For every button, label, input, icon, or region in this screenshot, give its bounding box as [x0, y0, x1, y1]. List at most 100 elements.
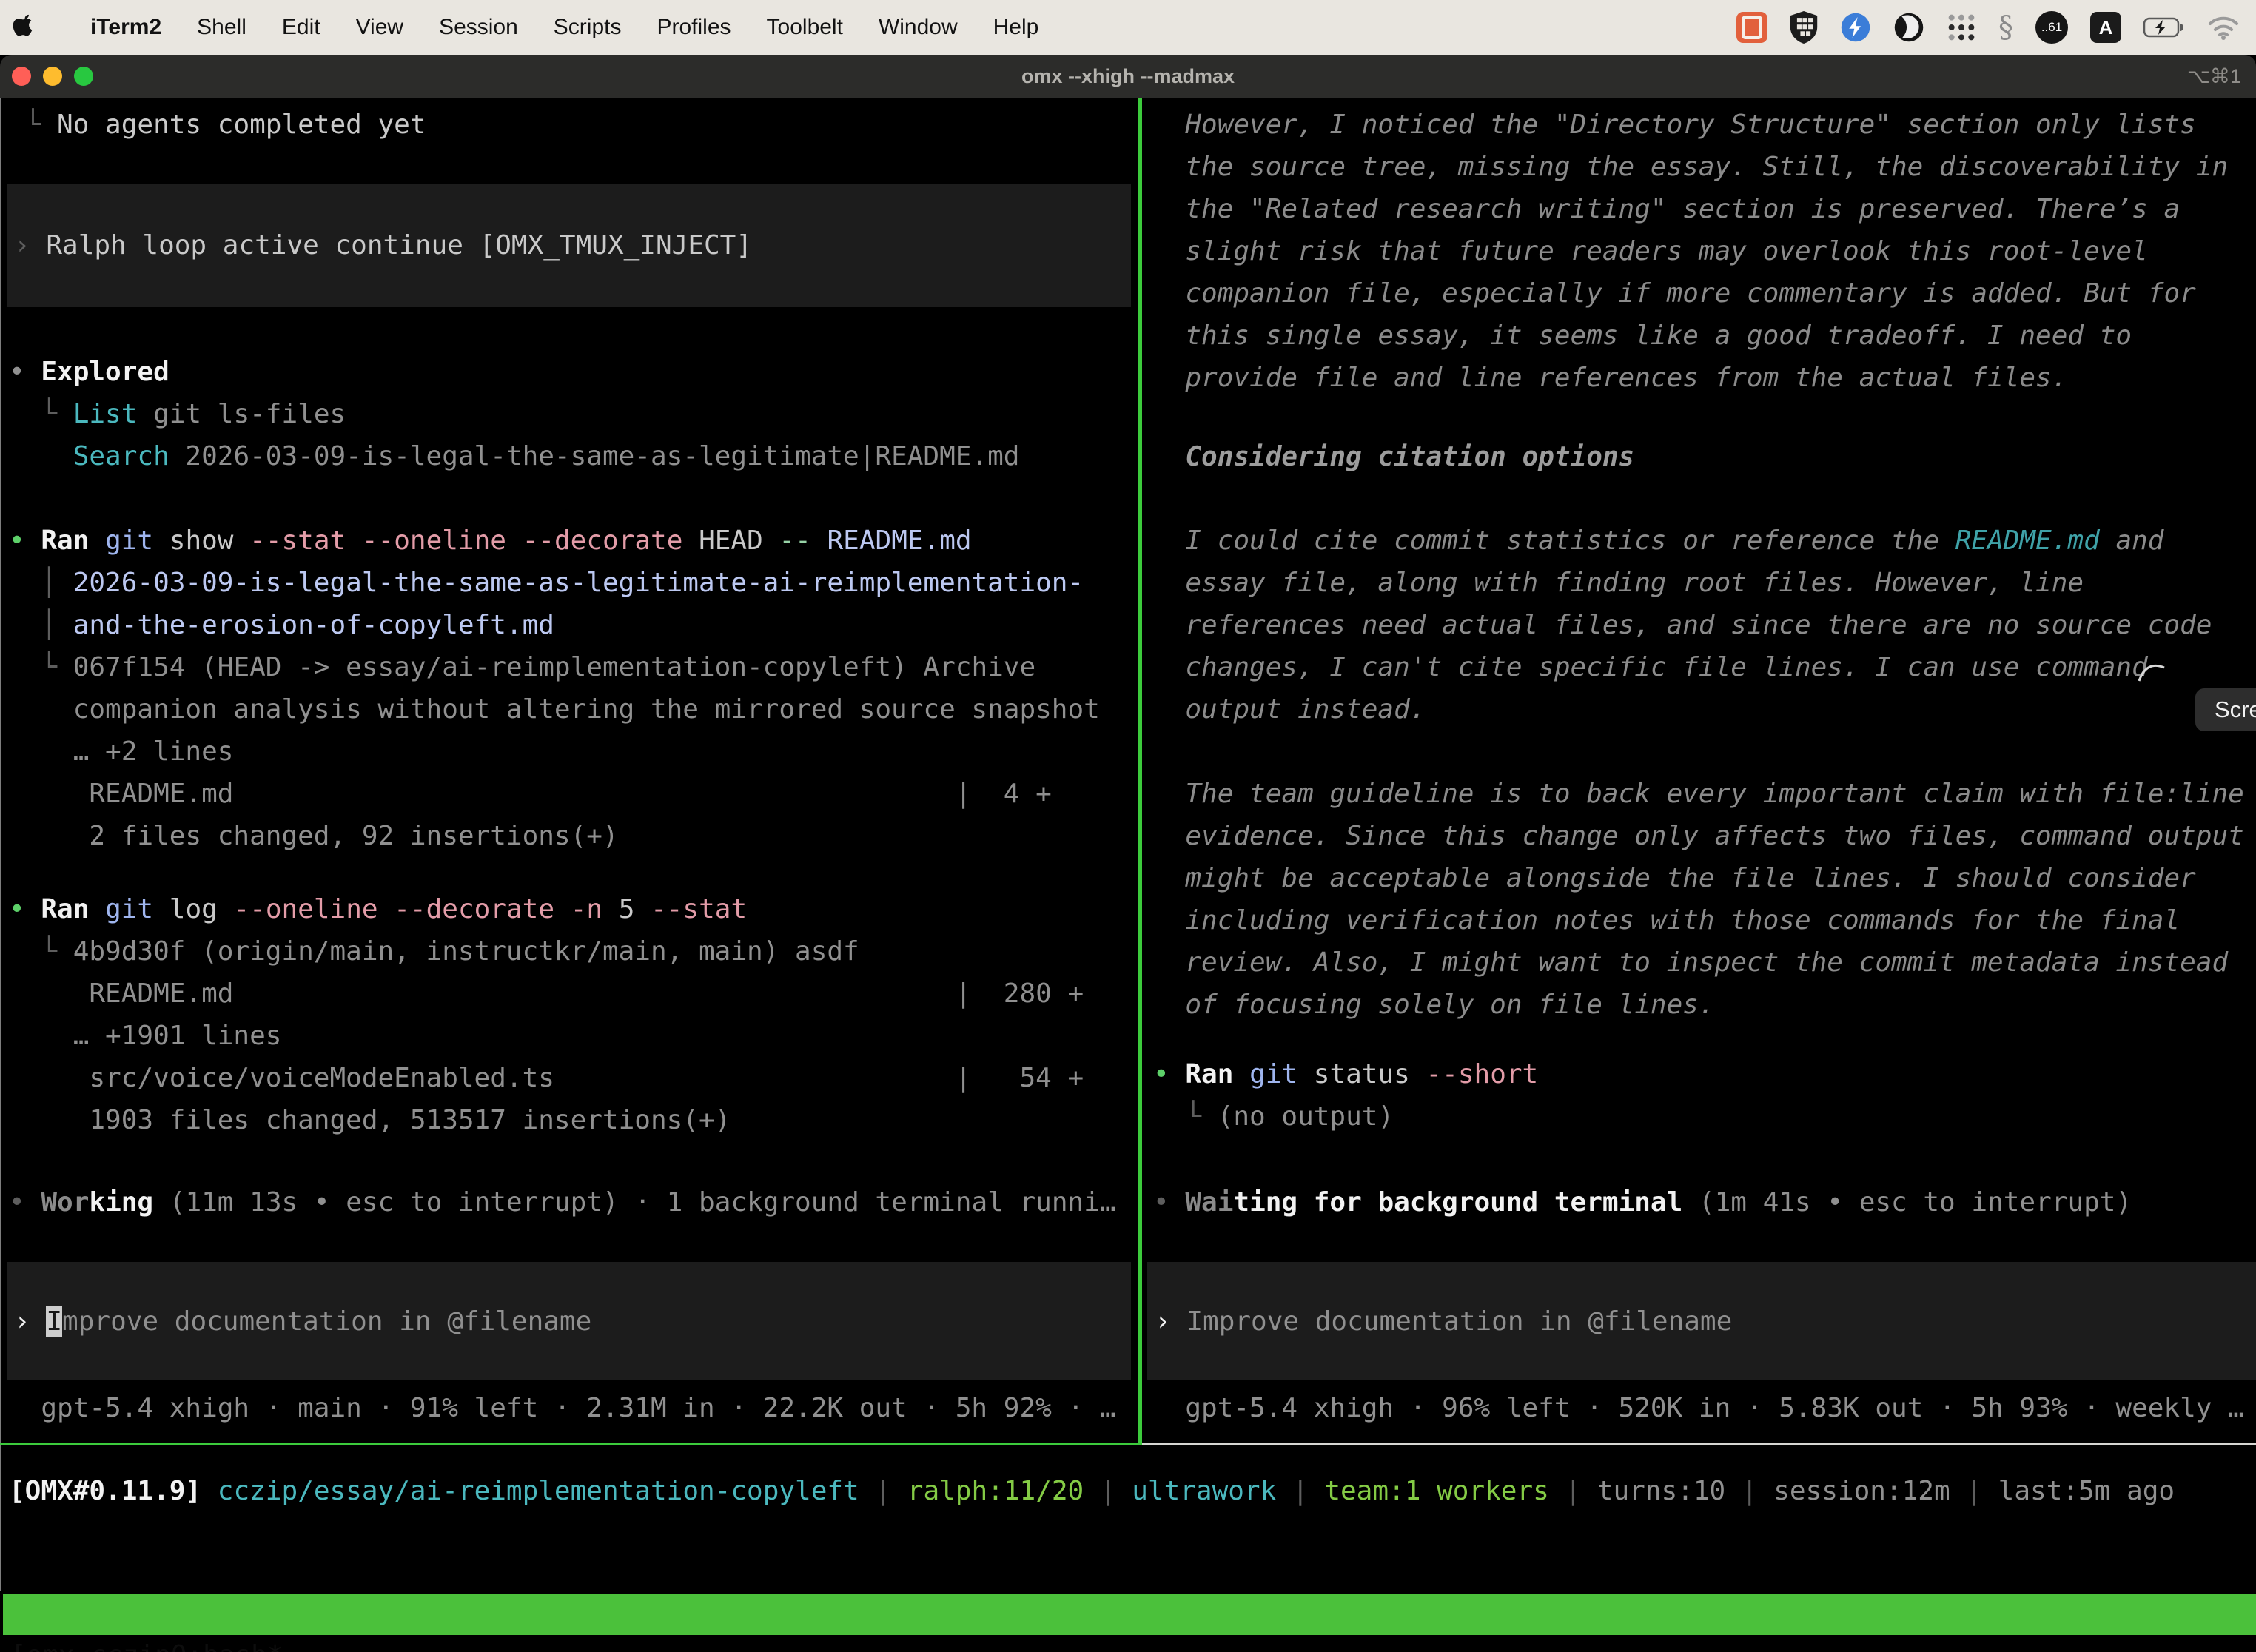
text-segment: 2026-03-09-is-legal-the-same-as-legitima… — [73, 568, 1084, 598]
text-segment: README.md | 4 + — [9, 779, 1052, 809]
text-segment: companion file, especially if more comme… — [1153, 278, 2196, 309]
text-segment — [201, 1476, 218, 1506]
text-segment: gpt-5.4 xhigh · 96% left · 520K in · 5.8… — [1153, 1393, 2244, 1423]
text-segment: README.md — [827, 526, 972, 556]
text-segment — [153, 1187, 169, 1218]
text-segment: git — [105, 894, 153, 924]
wifi-icon[interactable] — [2207, 15, 2240, 40]
text-segment: Considering citation options — [1153, 442, 1634, 472]
text-segment: Wai — [1185, 1187, 1233, 1218]
menu-item-scripts[interactable]: Scripts — [536, 0, 639, 55]
terminal-line: • Ran git log --oneline --decorate -n 5 … — [9, 888, 747, 930]
text-segment: cczip/essay/ai-reimplementation-copyleft — [218, 1476, 859, 1506]
text-segment: › — [1155, 1306, 1186, 1337]
text-segment: the "Related research writing" section i… — [1153, 194, 2180, 224]
prompt-input-box[interactable]: › Improve documentation in @filename — [7, 1262, 1131, 1380]
text-segment — [554, 894, 571, 924]
terminal-line: slight risk that future readers may over… — [1153, 230, 2148, 272]
menu-item-edit[interactable]: Edit — [264, 0, 338, 55]
text-segment: Ran — [41, 526, 89, 556]
clef-icon[interactable]: § — [1998, 10, 2013, 44]
omx-status-line: [OMX#0.11.9] cczip/essay/ai-reimplementa… — [9, 1470, 2175, 1512]
text-segment: └ — [9, 936, 73, 967]
text-segment: --short — [1426, 1059, 1539, 1089]
text-segment: of focusing solely on file lines. — [1153, 990, 1715, 1020]
terminal-line: changes, I can't cite specific file line… — [1153, 646, 2148, 688]
text-segment: might be acceptable alongside the file l… — [1153, 863, 2196, 893]
terminal-line: the source tree, missing the essay. Stil… — [1153, 146, 2228, 188]
text-segment: slight risk that future readers may over… — [1153, 236, 2148, 266]
menu-item-iterm2[interactable]: iTerm2 — [73, 0, 179, 55]
tmux-pane-right[interactable]: However, I noticed the "Directory Struct… — [1144, 98, 2256, 1443]
tmux-pane-divider[interactable] — [1138, 98, 1142, 1446]
text-segment: Improve documentation in @filename — [1186, 1306, 1732, 1337]
text-segment — [89, 526, 105, 556]
text-segment: • — [9, 894, 41, 924]
terminal-line: companion analysis without altering the … — [9, 688, 1100, 731]
battery-percent-badge[interactable]: ..61 — [2035, 11, 2068, 44]
menu-items: iTerm2ShellEditViewSessionScriptsProfile… — [73, 0, 1056, 55]
text-segment: mprove documentation in @filename — [62, 1306, 591, 1337]
active-pane-bottom-border — [0, 1443, 1138, 1446]
menu-item-profiles[interactable]: Profiles — [639, 0, 748, 55]
text-segment: | — [1725, 1476, 1773, 1506]
text-segment: (no output) — [1218, 1101, 1394, 1132]
text-segment: turns:10 — [1597, 1476, 1725, 1506]
terminal-line: └ (no output) — [1153, 1095, 1394, 1138]
terminal-line: evidence. Since this change only affects… — [1153, 815, 2244, 857]
terminal-line: 2 files changed, 92 insertions(+) — [9, 815, 619, 857]
terminal-line: README.md | 280 + — [9, 973, 1084, 1015]
menu-item-window[interactable]: Window — [861, 0, 976, 55]
prompt-input-box[interactable]: › Improve documentation in @filename — [1147, 1262, 2256, 1380]
terminal-line: I could cite commit statistics or refere… — [1153, 520, 2163, 562]
terminal-area: └ No agents completed yet › Ralph loop ac… — [0, 98, 2256, 1652]
text-segment: -- — [779, 526, 810, 556]
text-segment: ultrawork — [1132, 1476, 1276, 1506]
text-segment — [378, 894, 395, 924]
text-segment: | — [1084, 1476, 1132, 1506]
text-segment: • — [1153, 1059, 1185, 1089]
text-segment — [506, 526, 523, 556]
terminal-line: Considering citation options — [1153, 436, 1634, 478]
tmux-session-window-label[interactable]: [omx-cczip0:bash* — [10, 1635, 283, 1652]
terminal-line: │ 2026-03-09-is-legal-the-same-as-legiti… — [9, 562, 1084, 604]
prompt-line: › Improve documentation in @filename — [14, 1300, 591, 1343]
text-segment: Ralph loop active continue [OMX_TMUX_INJ… — [46, 230, 752, 261]
text-segment: README.md — [1955, 526, 2100, 556]
menu-item-session[interactable]: Session — [421, 0, 536, 55]
menu-item-shell[interactable]: Shell — [179, 0, 264, 55]
text-segment: companion analysis without altering the … — [9, 694, 1100, 725]
dots-grid-icon[interactable] — [1947, 13, 1976, 42]
apple-menu-icon[interactable] — [13, 13, 37, 41]
text-segment: status — [1297, 1059, 1426, 1089]
text-segment: king — [89, 1187, 153, 1218]
text-segment: I could cite commit statistics or refere… — [1153, 526, 1955, 556]
text-segment: src/voice/voiceModeEnabled.ts | 54 + — [9, 1063, 1084, 1093]
terminal-line: provide file and line references from th… — [1153, 357, 2067, 399]
input-source-icon[interactable]: A — [2090, 12, 2121, 43]
terminal-line: … +1901 lines — [9, 1015, 281, 1057]
menu-item-view[interactable]: View — [338, 0, 421, 55]
terminal-line: … +2 lines — [9, 731, 233, 773]
terminal-line: • Explored — [9, 351, 169, 393]
shield-grid-icon[interactable] — [1790, 11, 1818, 44]
screen-recording-indicator-icon[interactable] — [1736, 12, 1767, 43]
text-segment: ralph:11/20 — [907, 1476, 1084, 1506]
terminal-line: gpt-5.4 xhigh · 96% left · 520K in · 5.8… — [1153, 1387, 2244, 1429]
terminal-line: including verification notes with those … — [1153, 899, 2180, 941]
sync-badge-icon[interactable] — [1840, 12, 1871, 43]
text-segment: gpt-5.4 xhigh · main · 91% left · 2.31M … — [9, 1393, 1116, 1423]
history-prompt-box[interactable]: › Ralph loop active continue [OMX_TMUX_I… — [7, 184, 1131, 307]
menu-item-toolbelt[interactable]: Toolbelt — [749, 0, 861, 55]
menu-item-help[interactable]: Help — [976, 0, 1057, 55]
text-segment: List — [73, 399, 138, 429]
text-segment: 1903 files changed, 513517 insertions(+) — [9, 1105, 731, 1135]
window-title-bar: omx --xhigh --madmax ⌥⌘1 — [0, 55, 2256, 98]
moon-circle-icon[interactable] — [1893, 12, 1924, 43]
text-segment: 2026-03-09-is-legal-the-same-as-legitima… — [169, 441, 1020, 471]
battery-icon[interactable] — [2143, 17, 2185, 38]
screen-share-tooltip: Scre — [2195, 688, 2256, 731]
text-segment: • — [9, 526, 41, 556]
terminal-line: └ No agents completed yet — [9, 104, 426, 146]
tmux-pane-left[interactable]: └ No agents completed yet › Ralph loop ac… — [0, 98, 1138, 1443]
